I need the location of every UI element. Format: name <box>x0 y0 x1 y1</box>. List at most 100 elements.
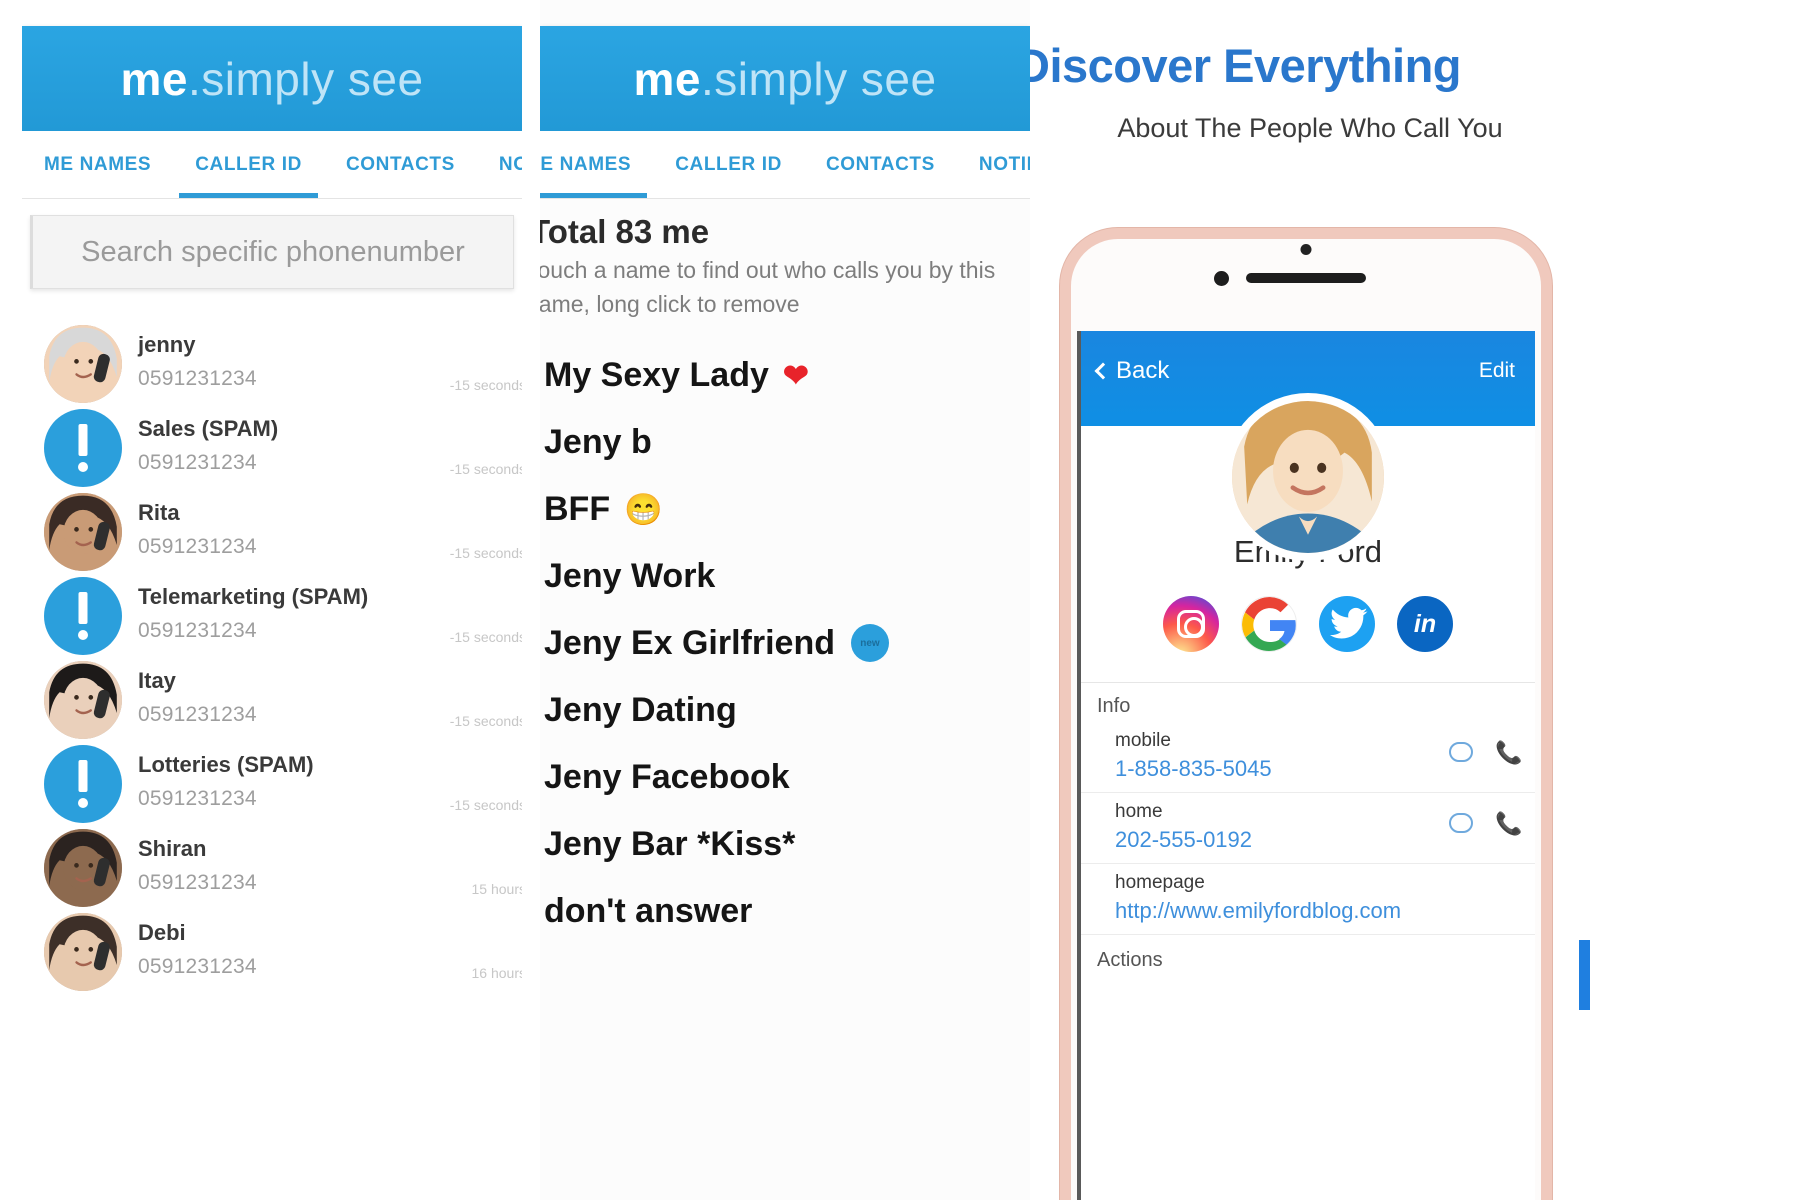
chevron-left-icon <box>1094 362 1112 380</box>
contact-avatar <box>44 493 122 571</box>
me-name-item[interactable]: Jeny Dating <box>544 677 1030 744</box>
logo-tagline-text: .simply see <box>187 52 424 105</box>
call-timestamp: -15 seconds <box>449 461 522 477</box>
info-row-value[interactable]: http://www.emilyfordblog.com <box>1115 898 1535 924</box>
call-timestamp: -15 seconds <box>449 545 522 561</box>
back-button-label: Back <box>1116 357 1170 384</box>
caller-name: Debi <box>138 920 186 945</box>
caller-number: 0591231234 <box>138 703 257 727</box>
tab-contacts[interactable]: CONTACTS <box>324 131 477 198</box>
phone-icon[interactable]: 📞 <box>1495 813 1522 835</box>
caller-number: 0591231234 <box>138 367 257 391</box>
phone-speaker-grille <box>1246 273 1366 283</box>
call-row-text: Shiran 0591231234 <box>122 835 257 895</box>
caller-number: 0591231234 <box>138 619 257 643</box>
caller-name: Rita <box>138 500 180 525</box>
me-name-label: Jeny Facebook <box>544 757 790 796</box>
call-log-row[interactable]: Shiran 0591231234 15 hours <box>22 829 522 919</box>
me-name-item[interactable]: don't answer <box>544 878 1030 945</box>
instagram-icon[interactable] <box>1163 596 1219 652</box>
info-row[interactable]: home 202-555-0192 📞 <box>1081 793 1535 864</box>
info-row[interactable]: mobile 1-858-835-5045 📞 <box>1081 722 1535 793</box>
call-log-row[interactable]: Rita 0591231234 -15 seconds <box>22 493 522 583</box>
phone-camera-icon <box>1214 271 1229 286</box>
spam-warning-icon <box>44 409 122 487</box>
message-icon[interactable] <box>1449 813 1473 833</box>
info-row-actions: 📞 <box>1449 742 1522 764</box>
tab-me-names-2[interactable]: ME NAMES <box>540 131 653 198</box>
me-name-label: Jeny Ex Girlfriend <box>544 623 835 662</box>
spam-warning-icon <box>44 577 122 655</box>
me-name-label: Jeny b <box>544 422 652 461</box>
call-log-row[interactable]: jenny 0591231234 -15 seconds <box>22 325 522 415</box>
tab-contacts-2[interactable]: CONTACTS <box>804 131 957 198</box>
caller-name: Itay <box>138 668 176 693</box>
call-timestamp: -15 seconds <box>449 629 522 645</box>
me-name-item[interactable]: Jeny Work <box>544 543 1030 610</box>
scrollbar[interactable] <box>1579 940 1590 1010</box>
call-log-row[interactable]: Sales (SPAM) 0591231234 -15 seconds <box>22 409 522 499</box>
call-row-text: jenny 0591231234 <box>122 331 257 391</box>
tab-notifications-2[interactable]: NOTIFICATIONS <box>957 131 1030 198</box>
call-log-row[interactable]: Telemarketing (SPAM) 0591231234 -15 seco… <box>22 577 522 667</box>
call-timestamp: -15 seconds <box>449 713 522 729</box>
call-timestamp: -15 seconds <box>449 377 522 393</box>
info-rows: mobile 1-858-835-5045 📞 home 202-555-019… <box>1081 722 1535 935</box>
phone-icon[interactable]: 📞 <box>1495 742 1522 764</box>
me-names-header: Total 83 me Touch a name to find out who… <box>540 199 1030 320</box>
twitter-icon[interactable] <box>1319 596 1375 652</box>
call-row-text: Debi 0591231234 <box>122 919 257 979</box>
me-name-item[interactable]: Jeny b <box>544 409 1030 476</box>
app-logo-2: me.simply see <box>633 52 936 106</box>
call-log-row[interactable]: Debi 0591231234 16 hours <box>22 913 522 1003</box>
call-row-text: Lotteries (SPAM) 0591231234 <box>122 751 314 811</box>
contact-avatar <box>44 913 122 991</box>
me-name-label: don't answer <box>544 891 753 930</box>
me-name-item[interactable]: My Sexy Lady ❤ <box>544 342 1030 409</box>
logo-me-text: me <box>120 52 188 105</box>
avatar-illustration-icon <box>1232 401 1384 553</box>
linkedin-icon[interactable]: in <box>1397 596 1453 652</box>
info-section: Info mobile 1-858-835-5045 📞 home 202-55… <box>1081 682 1535 982</box>
me-name-item[interactable]: Jeny Bar *Kiss* <box>544 811 1030 878</box>
call-timestamp: 16 hours <box>471 965 522 981</box>
me-name-item[interactable]: Jeny Ex Girlfriend new <box>544 610 1030 677</box>
search-input[interactable]: Search specific phonenumber <box>30 215 514 289</box>
message-icon[interactable] <box>1449 742 1473 762</box>
caller-number: 0591231234 <box>138 955 257 979</box>
tab-me-names[interactable]: ME NAMES <box>22 131 173 198</box>
contact-avatar <box>44 325 122 403</box>
caller-name: jenny <box>138 332 196 357</box>
me-names-list: My Sexy Lady ❤ Jeny b BFF 😁 Jeny Work Jeny Ex … <box>540 342 1030 945</box>
tab-notifications[interactable]: NOTIFICATIONS <box>477 131 522 198</box>
heart-emoji-icon: ❤ <box>782 357 809 393</box>
me-name-item[interactable]: BFF 😁 <box>544 476 1030 543</box>
panel-me-names: me.simply see ME NAMES CALLER ID CONTACT… <box>540 0 1030 1200</box>
call-log-list: jenny 0591231234 -15 seconds Sales (SPAM… <box>22 325 522 1003</box>
phone-front-camera-dot <box>1300 244 1312 255</box>
info-row[interactable]: homepage http://www.emilyfordblog.com <box>1081 864 1535 935</box>
call-log-row[interactable]: Lotteries (SPAM) 0591231234 -15 seconds <box>22 745 522 835</box>
call-timestamp: -15 seconds <box>449 797 522 813</box>
back-button[interactable]: Back <box>1094 357 1170 385</box>
edit-button[interactable]: Edit <box>1479 359 1515 383</box>
google-icon[interactable] <box>1241 596 1297 652</box>
caller-name: Shiran <box>138 836 207 861</box>
call-log-row[interactable]: Itay 0591231234 -15 seconds <box>22 661 522 751</box>
me-name-label: Jeny Bar *Kiss* <box>544 824 796 863</box>
me-names-hint-line2: name, long click to remove <box>540 291 800 318</box>
screenshot-root: me.simply see ME NAMES CALLER ID CONTACT… <box>0 0 1800 1200</box>
call-row-text: Sales (SPAM) 0591231234 <box>122 415 278 475</box>
caller-name: Sales (SPAM) <box>138 416 279 441</box>
phone-mockup: Back Edit in Info mobile 1-858-835-5045 … <box>1060 228 1552 1200</box>
tab-caller-id-2[interactable]: CALLER ID <box>653 131 804 198</box>
caller-name: Telemarketing (SPAM) <box>138 584 369 609</box>
avatar <box>1224 393 1392 561</box>
tab-caller-id[interactable]: CALLER ID <box>173 131 324 198</box>
tab-bar: ME NAMES CALLER ID CONTACTS NOTIFICATION… <box>22 131 522 199</box>
avatar-photo <box>1232 401 1384 553</box>
promo-subtitle: About The People Who Call You <box>1117 113 1503 143</box>
me-name-item[interactable]: Jeny Facebook <box>544 744 1030 811</box>
new-badge: new <box>851 624 889 663</box>
logo-me-text-2: me <box>633 52 701 105</box>
